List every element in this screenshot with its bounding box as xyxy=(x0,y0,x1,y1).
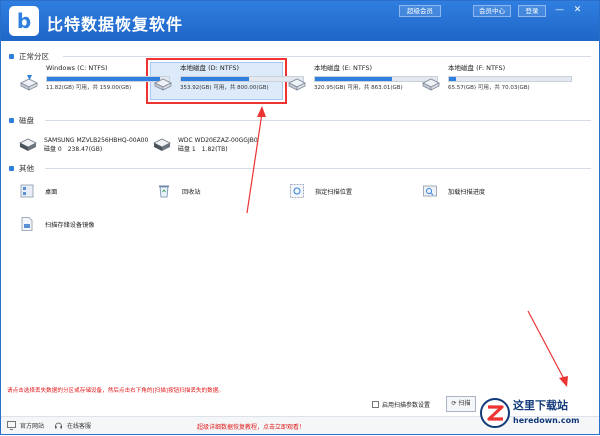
other-label: 桌面 xyxy=(45,188,58,196)
scan-button-label: 扫描 xyxy=(458,400,471,407)
disk-name: SAMSUNG MZVLB256HBHQ-00A00 xyxy=(44,137,149,144)
monitor-icon xyxy=(7,421,16,430)
close-icon[interactable]: ✕ xyxy=(571,4,584,17)
recycle-bin-icon xyxy=(159,185,169,198)
other-label: 扫描存储设备镜像 xyxy=(45,221,95,229)
other-label: 加载扫描进度 xyxy=(448,188,486,196)
footer-support-label: 在线客服 xyxy=(67,423,92,430)
drive-f[interactable]: 本地磁盘 (F: NTFS) 65.57(GB) 可用，共 70.03(GB) xyxy=(420,64,572,100)
headset-icon xyxy=(55,422,62,429)
checkbox-box[interactable] xyxy=(372,401,379,408)
divider xyxy=(45,168,591,169)
member-center-button[interactable]: 会员中心 xyxy=(473,5,511,17)
drive-d[interactable]: 本地磁盘 (D: NTFS) 353.92(GB) 可用，共 800.00(GB… xyxy=(152,64,304,100)
hard-drive-icon xyxy=(20,75,38,91)
footer-website-link[interactable]: 官方网站 xyxy=(7,421,44,430)
desktop-icon xyxy=(20,184,34,198)
tutorial-link[interactable]: 超级详细数据恢复教程，点击立即观看！ xyxy=(197,422,305,431)
login-button[interactable]: 登录 xyxy=(518,5,546,17)
section-partitions: 正常分区 xyxy=(9,50,49,62)
usage-fill xyxy=(47,77,161,81)
annotation-arrow-up xyxy=(246,112,263,214)
section-bullet-icon xyxy=(9,117,14,123)
other-disk-image[interactable]: 扫描存储设备镜像 xyxy=(19,216,95,232)
drive-space: 65.57(GB) 可用，共 70.03(GB) xyxy=(448,85,530,91)
disk-image-icon xyxy=(21,217,33,231)
location-scan-icon xyxy=(290,184,304,198)
drive-name: 本地磁盘 (F: NTFS) xyxy=(448,64,506,72)
divider xyxy=(63,56,591,57)
disk-drive-icon xyxy=(153,138,171,151)
disk-info: 磁盘 1 1.82(TB) xyxy=(178,146,228,153)
instruction-hint: 请点击选择丢失数据的分区或存储设备，然后点击右下角的[扫描]按钮扫描丢失的数据。 xyxy=(7,388,224,394)
usage-fill xyxy=(181,77,250,81)
annotation-arrow-down xyxy=(527,310,565,380)
usage-fill xyxy=(449,77,457,81)
super-vip-button[interactable]: 超级会员 xyxy=(399,5,441,17)
annotation-arrow-up-head xyxy=(257,106,266,117)
disk-drive-icon xyxy=(19,138,37,151)
app-window: b 比特数据恢复软件 超级会员 会员中心 登录 — ✕ 正常分区 Windows… xyxy=(0,0,600,435)
other-label: 回收站 xyxy=(182,188,201,196)
section-title: 磁盘 xyxy=(19,115,34,125)
section-title: 其他 xyxy=(19,163,34,173)
advanced-scan-checkbox[interactable]: 启用扫描参数设置 xyxy=(372,400,430,409)
section-bullet-icon xyxy=(9,165,14,171)
app-title: 比特数据恢复软件 xyxy=(47,15,184,34)
minimize-icon[interactable]: — xyxy=(553,4,566,17)
disk-0[interactable]: SAMSUNG MZVLB256HBHQ-00A00 磁盘 0 238.47(G… xyxy=(18,136,148,154)
load-progress-icon xyxy=(423,185,437,197)
watermark-url: heredown.com xyxy=(513,416,580,425)
usage-bar xyxy=(448,76,572,82)
section-title: 正常分区 xyxy=(19,51,49,61)
section-bullet-icon xyxy=(9,53,14,59)
refresh-icon: ⟳ xyxy=(451,400,457,407)
watermark-logo-icon xyxy=(480,398,510,428)
watermark: 这里下载站 heredown.com xyxy=(477,394,599,434)
disk-info: 磁盘 0 238.47(GB) xyxy=(44,146,103,153)
footer-website-label: 官方网站 xyxy=(20,423,45,430)
other-label: 指定扫描位置 xyxy=(315,188,353,196)
disk-name: WDC WD20EZAZ-00GGJB0 xyxy=(178,137,258,144)
hard-drive-icon xyxy=(154,78,172,91)
other-desktop[interactable]: 桌面 xyxy=(19,183,57,199)
section-disks: 磁盘 xyxy=(9,114,34,126)
watermark-text: 这里下载站 xyxy=(513,399,568,412)
other-scan-location[interactable]: 指定扫描位置 xyxy=(289,183,352,199)
section-others: 其他 xyxy=(9,162,34,174)
app-logo: b xyxy=(9,6,39,36)
footer-support-link[interactable]: 在线客服 xyxy=(54,421,91,430)
hard-drive-icon xyxy=(422,78,440,91)
other-recycle-bin[interactable]: 回收站 xyxy=(156,183,201,199)
divider xyxy=(45,120,591,121)
disk-1[interactable]: WDC WD20EZAZ-00GGJB0 磁盘 1 1.82(TB) xyxy=(152,136,258,154)
usage-fill xyxy=(315,77,392,81)
drive-c[interactable]: Windows (C: NTFS) 11.82(GB) 可用，共 159.00(… xyxy=(18,64,170,100)
title-bar: b 比特数据恢复软件 超级会员 会员中心 登录 — ✕ xyxy=(1,1,599,41)
other-load-progress[interactable]: 加载扫描进度 xyxy=(422,183,485,199)
drive-e[interactable]: 本地磁盘 (E: NTFS) 320.95(GB) 可用，共 863.01(GB… xyxy=(286,64,438,100)
scan-button[interactable]: ⟳ 扫描 xyxy=(446,396,476,412)
annotation-arrow-down-head xyxy=(559,376,568,387)
checkbox-label: 启用扫描参数设置 xyxy=(382,402,431,409)
hard-drive-icon xyxy=(288,78,306,91)
